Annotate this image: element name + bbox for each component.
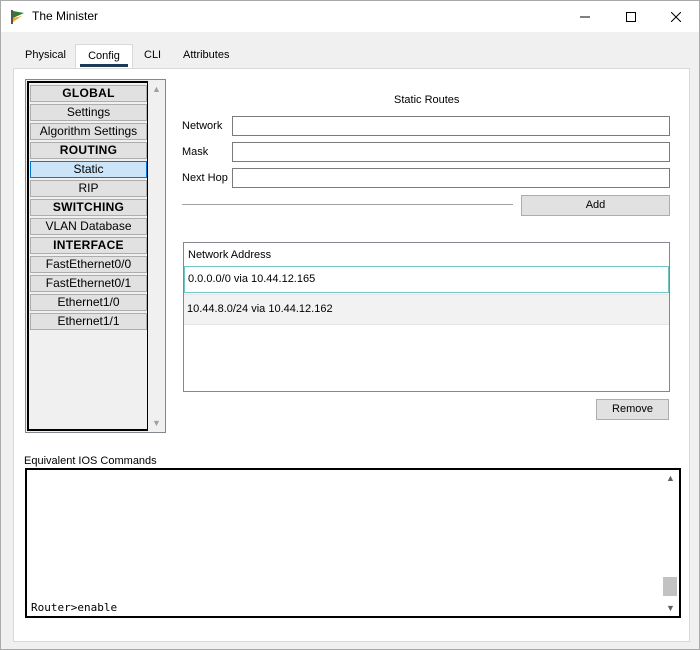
scroll-down-icon[interactable]: ▼ bbox=[152, 418, 161, 428]
mask-label: Mask bbox=[182, 146, 209, 158]
console-text: Router>enable bbox=[31, 601, 118, 614]
nav-item-algorithm-settings[interactable]: Algorithm Settings bbox=[30, 123, 147, 140]
tab-cli[interactable]: CLI bbox=[138, 44, 167, 68]
nav-header-switching: SWITCHING bbox=[30, 199, 147, 216]
remove-button[interactable]: Remove bbox=[596, 399, 669, 420]
close-icon bbox=[671, 11, 681, 22]
routes-list: Network Address 0.0.0.0/0 via 10.44.12.1… bbox=[183, 242, 670, 392]
ios-console[interactable]: Router>enable ▲ ▼ bbox=[25, 468, 681, 618]
scrollbar-thumb[interactable] bbox=[663, 577, 677, 596]
maximize-button[interactable] bbox=[608, 1, 654, 32]
nav-item-static[interactable]: Static bbox=[30, 161, 147, 178]
separator bbox=[182, 204, 513, 205]
route-row[interactable]: 10.44.8.0/24 via 10.44.12.162 bbox=[184, 294, 669, 325]
close-button[interactable] bbox=[653, 1, 699, 32]
tab-config-label: Config bbox=[88, 50, 120, 62]
add-button[interactable]: Add bbox=[521, 195, 670, 216]
app-window: The Minister Physical Config CLI Attribu… bbox=[0, 0, 700, 650]
nav-panel: GLOBAL Settings Algorithm Settings ROUTI… bbox=[25, 79, 166, 433]
nav-scrollbar[interactable]: ▲ ▼ bbox=[148, 80, 165, 432]
config-panel: GLOBAL Settings Algorithm Settings ROUTI… bbox=[13, 68, 690, 642]
nav-item-fastethernet0-0[interactable]: FastEthernet0/0 bbox=[30, 256, 147, 273]
scroll-up-icon[interactable]: ▲ bbox=[152, 84, 161, 94]
tab-physical[interactable]: Physical bbox=[19, 44, 72, 68]
list-header: Network Address bbox=[188, 249, 272, 261]
tab-attributes-label: Attributes bbox=[183, 49, 230, 61]
ios-commands-label: Equivalent IOS Commands bbox=[24, 455, 157, 467]
window-title: The Minister bbox=[32, 9, 99, 23]
static-routes-title: Static Routes bbox=[394, 94, 460, 106]
nav-list: GLOBAL Settings Algorithm Settings ROUTI… bbox=[27, 81, 149, 431]
mask-field[interactable] bbox=[232, 142, 670, 162]
tab-config[interactable]: Config bbox=[75, 44, 133, 69]
tab-physical-label: Physical bbox=[25, 49, 66, 61]
network-field[interactable] bbox=[232, 116, 670, 136]
nav-header-routing: ROUTING bbox=[30, 142, 147, 159]
maximize-icon bbox=[626, 11, 636, 22]
route-row[interactable]: 0.0.0.0/0 via 10.44.12.165 bbox=[184, 266, 669, 293]
tab-cli-label: CLI bbox=[144, 49, 162, 61]
active-tab-indicator bbox=[80, 64, 128, 67]
scroll-up-icon[interactable]: ▲ bbox=[666, 473, 675, 483]
next-hop-field[interactable] bbox=[232, 168, 670, 188]
app-icon bbox=[10, 9, 26, 25]
minimize-button[interactable] bbox=[562, 1, 608, 32]
network-label: Network bbox=[182, 120, 223, 132]
nav-item-vlan-database[interactable]: VLAN Database bbox=[30, 218, 147, 235]
console-scrollbar[interactable]: ▲ ▼ bbox=[662, 470, 679, 616]
nav-header-global: GLOBAL bbox=[30, 85, 147, 102]
tab-attributes[interactable]: Attributes bbox=[177, 44, 235, 68]
next-hop-label: Next Hop bbox=[182, 172, 228, 184]
scroll-down-icon[interactable]: ▼ bbox=[666, 603, 675, 613]
title-bar: The Minister bbox=[1, 1, 699, 32]
nav-item-fastethernet0-1[interactable]: FastEthernet0/1 bbox=[30, 275, 147, 292]
nav-item-settings[interactable]: Settings bbox=[30, 104, 147, 121]
nav-item-ethernet1-0[interactable]: Ethernet1/0 bbox=[30, 294, 147, 311]
nav-header-interface: INTERFACE bbox=[30, 237, 147, 254]
minimize-icon bbox=[580, 16, 590, 17]
nav-item-ethernet1-1[interactable]: Ethernet1/1 bbox=[30, 313, 147, 330]
nav-item-rip[interactable]: RIP bbox=[30, 180, 147, 197]
